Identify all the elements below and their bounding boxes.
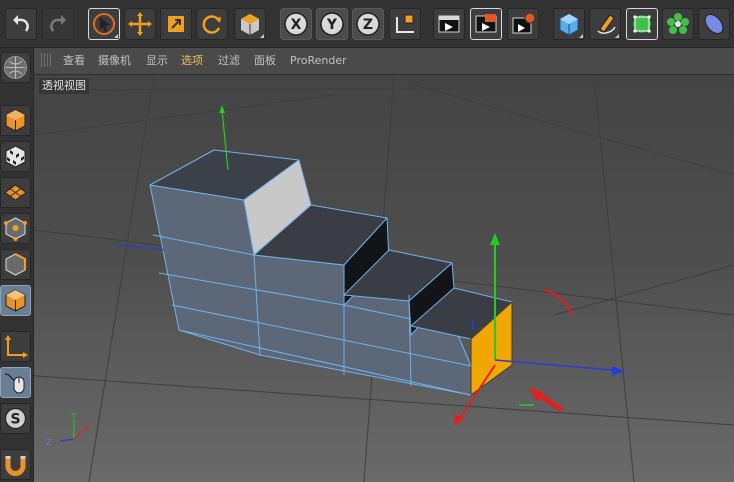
main-toolbar: X Y Z — [0, 0, 734, 48]
snap-magnet-button[interactable] — [0, 449, 31, 480]
svg-text:Y: Y — [326, 17, 338, 33]
render-view-icon — [438, 15, 460, 33]
polygons-mode-icon — [5, 289, 26, 312]
edges-mode-button[interactable] — [0, 249, 31, 280]
points-mode-icon — [4, 217, 27, 241]
menu-prorender[interactable]: ProRender — [290, 54, 347, 68]
undo-icon — [13, 15, 29, 32]
pen-spline-button[interactable] — [589, 8, 621, 40]
make-editable-button[interactable] — [0, 52, 31, 83]
panel-grip-handle[interactable] — [41, 53, 53, 67]
rotate-button[interactable] — [196, 8, 228, 40]
points-mode-button[interactable] — [0, 213, 31, 244]
axis-mode-button[interactable] — [0, 331, 31, 362]
svg-text:X: X — [84, 424, 90, 433]
lock-z-axis-button[interactable]: Z — [352, 8, 384, 40]
coordinate-system-icon — [396, 14, 414, 33]
move-icon — [128, 12, 152, 36]
cloner-mograph-icon — [667, 13, 689, 34]
subdivision-surface-button[interactable] — [626, 8, 658, 40]
perspective-viewport[interactable]: Y Z X 透视视图 — [34, 75, 734, 482]
render-settings-icon — [512, 12, 536, 34]
lock-x-axis-button[interactable]: X — [280, 8, 312, 40]
texture-grid-icon — [4, 184, 27, 201]
model-mode-button[interactable] — [0, 105, 31, 136]
solo-mode-button[interactable]: S — [0, 403, 31, 434]
lock-y-axis-button[interactable]: Y — [316, 8, 348, 40]
cloner-mograph-button[interactable] — [662, 8, 694, 40]
redo-button[interactable] — [42, 8, 74, 40]
live-selection-button[interactable] — [88, 8, 120, 40]
coordinate-system-button[interactable] — [389, 8, 421, 40]
lock-z-axis-icon: Z — [356, 12, 380, 36]
deformer-button[interactable] — [698, 8, 730, 40]
move-button[interactable] — [124, 8, 156, 40]
make-editable-icon — [4, 56, 27, 79]
menu-options[interactable]: 选项 — [181, 54, 203, 68]
undo-button[interactable] — [5, 8, 37, 40]
polygons-mode-button[interactable] — [0, 285, 31, 316]
svg-text:Z: Z — [363, 17, 373, 33]
cube-primitive-button[interactable] — [553, 8, 585, 40]
menu-display[interactable]: 显示 — [146, 54, 168, 68]
tweak-mouse-button[interactable] — [0, 367, 31, 398]
recent-object-button[interactable] — [234, 8, 266, 40]
mode-toolbar: S — [0, 48, 34, 482]
viewport-title: 透视视图 — [39, 78, 89, 94]
viewport-canvas[interactable]: Y Z X — [34, 75, 734, 482]
svg-text:Y: Y — [70, 411, 76, 420]
render-picture-viewer-icon — [475, 14, 497, 33]
texture-mode-icon — [5, 145, 26, 168]
edges-mode-icon — [5, 253, 26, 276]
scale-icon — [168, 16, 184, 32]
redo-icon — [50, 15, 66, 32]
render-settings-button[interactable] — [507, 8, 539, 40]
texture-mode-button[interactable] — [0, 141, 31, 172]
svg-text:X: X — [291, 17, 302, 33]
snap-magnet-icon — [5, 456, 26, 476]
menu-cameras[interactable]: 摄像机 — [98, 54, 131, 68]
deformer-icon — [704, 13, 724, 35]
render-picture-viewer-button[interactable] — [470, 8, 502, 40]
viewport-menubar: 查看 摄像机 显示 选项 过滤 面板 ProRender — [34, 48, 734, 75]
tweak-mouse-icon — [4, 373, 25, 394]
svg-text:Z: Z — [46, 438, 52, 447]
subdivision-surface-icon — [632, 14, 652, 34]
render-view-button[interactable] — [433, 8, 465, 40]
axis-mode-icon — [5, 335, 28, 358]
model-mode-icon — [5, 109, 26, 132]
solo-mode-icon: S — [4, 407, 27, 430]
rotate-icon — [202, 15, 221, 34]
scale-button[interactable] — [160, 8, 192, 40]
menu-filter[interactable]: 过滤 — [218, 54, 240, 68]
lock-y-axis-icon: Y — [320, 12, 344, 36]
menu-view[interactable]: 查看 — [63, 54, 85, 68]
lock-x-axis-icon: X — [284, 12, 308, 36]
workplane-mode-button[interactable] — [0, 177, 31, 208]
menu-panel[interactable]: 面板 — [254, 54, 276, 68]
svg-text:S: S — [10, 412, 20, 428]
